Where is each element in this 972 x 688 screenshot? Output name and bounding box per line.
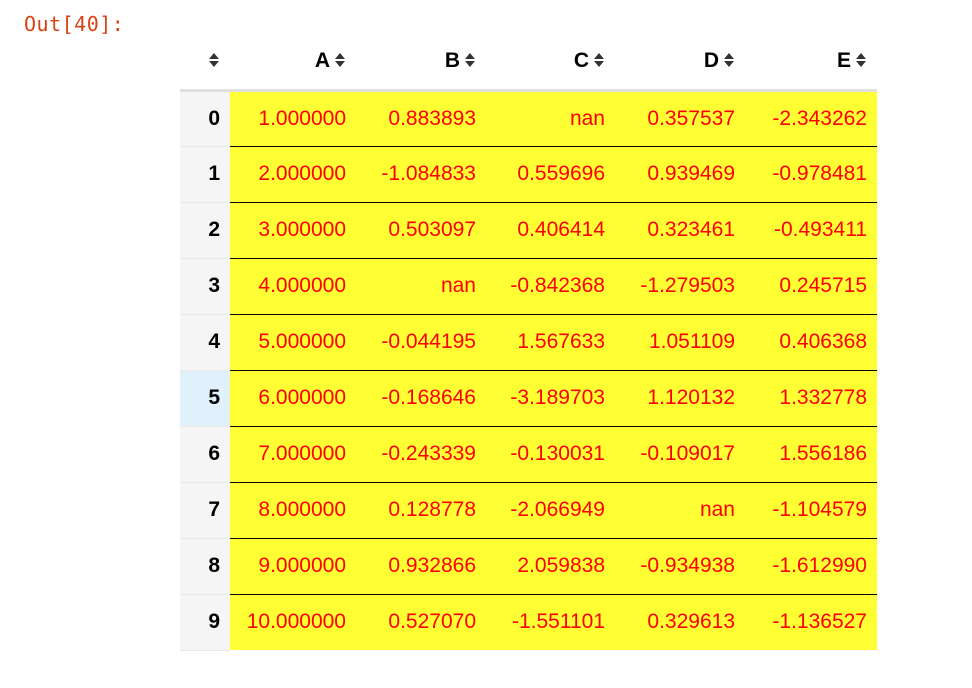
table-cell: -3.189703 <box>486 370 615 427</box>
table-cell: 0.939469 <box>615 146 745 203</box>
table-cell: 8.000000 <box>230 482 356 539</box>
sort-updown-icon[interactable] <box>208 52 220 68</box>
table-cell: -0.168646 <box>356 370 486 427</box>
table-cell: -0.243339 <box>356 426 486 483</box>
table-cell: 1.567633 <box>486 314 615 371</box>
column-header-c[interactable]: C <box>486 34 615 90</box>
table-cell: -0.044195 <box>356 314 486 371</box>
index-column-header[interactable] <box>180 34 230 90</box>
table-cell: 10.000000 <box>230 594 356 650</box>
dataframe-table: A B C D E 0 1.000000 0.883893 nan 0.357537 -2… <box>180 34 877 651</box>
row-index: 3 <box>180 258 230 315</box>
table-cell: 5.000000 <box>230 314 356 371</box>
sort-updown-icon[interactable] <box>464 52 476 68</box>
row-index: 6 <box>180 426 230 483</box>
table-row[interactable]: 0 1.000000 0.883893 nan 0.357537 -2.343262 <box>180 90 877 147</box>
table-row[interactable]: 9 10.000000 0.527070 -1.551101 0.329613 -1.13… <box>180 594 877 651</box>
table-cell: 9.000000 <box>230 538 356 595</box>
table-cell: 0.245715 <box>745 258 877 315</box>
row-index: 0 <box>180 90 230 147</box>
table-cell: 2.000000 <box>230 146 356 203</box>
table-cell: 0.128778 <box>356 482 486 539</box>
sort-updown-icon[interactable] <box>593 52 605 68</box>
table-cell: -1.551101 <box>486 594 615 650</box>
table-cell: 0.357537 <box>615 90 745 147</box>
column-label: C <box>573 49 589 73</box>
table-cell: -1.279503 <box>615 258 745 315</box>
table-cell: 2.059838 <box>486 538 615 595</box>
sort-updown-icon[interactable] <box>723 52 735 68</box>
table-body: 0 1.000000 0.883893 nan 0.357537 -2.343262 1 2.… <box>180 90 877 651</box>
table-cell: 4.000000 <box>230 258 356 315</box>
table-row[interactable]: 8 9.000000 0.932866 2.059838 -0.934938 -1.612… <box>180 538 877 595</box>
column-header-b[interactable]: B <box>356 34 486 90</box>
table-cell: 7.000000 <box>230 426 356 483</box>
table-cell: 0.527070 <box>356 594 486 650</box>
column-header-e[interactable]: E <box>745 34 877 90</box>
table-cell: nan <box>615 482 745 539</box>
table-cell: 0.883893 <box>356 90 486 147</box>
table-cell: 0.503097 <box>356 202 486 259</box>
column-label: A <box>314 49 330 73</box>
output-prompt: Out[40]: <box>24 12 125 36</box>
table-row[interactable]: 2 3.000000 0.503097 0.406414 0.323461 -0.4934… <box>180 202 877 259</box>
table-row[interactable]: 3 4.000000 nan -0.842368 -1.279503 0.245715 <box>180 258 877 315</box>
table-cell: 6.000000 <box>230 370 356 427</box>
column-header-a[interactable]: A <box>230 34 356 90</box>
row-index: 1 <box>180 146 230 203</box>
row-index: 4 <box>180 314 230 371</box>
table-cell: 1.120132 <box>615 370 745 427</box>
table-cell: 0.329613 <box>615 594 745 650</box>
table-cell: nan <box>486 90 615 147</box>
table-cell: nan <box>356 258 486 315</box>
table-cell: -0.493411 <box>745 202 877 259</box>
table-cell: -1.084833 <box>356 146 486 203</box>
header-row: A B C D E <box>180 34 877 90</box>
sort-updown-icon[interactable] <box>334 52 346 68</box>
table-cell: 0.559696 <box>486 146 615 203</box>
row-index: 9 <box>180 594 230 651</box>
table-cell: 3.000000 <box>230 202 356 259</box>
table-cell: -0.842368 <box>486 258 615 315</box>
table-cell: -0.109017 <box>615 426 745 483</box>
table-cell: 0.323461 <box>615 202 745 259</box>
column-label: B <box>444 49 460 73</box>
row-index: 2 <box>180 202 230 259</box>
column-label: D <box>703 49 719 73</box>
table-cell: 1.332778 <box>745 370 877 427</box>
table-cell: 0.406368 <box>745 314 877 371</box>
table-cell: -1.104579 <box>745 482 877 539</box>
table-cell: -2.066949 <box>486 482 615 539</box>
table-cell: -0.934938 <box>615 538 745 595</box>
row-index: 5 <box>180 370 230 427</box>
row-index: 8 <box>180 538 230 595</box>
table-row[interactable]: 7 8.000000 0.128778 -2.066949 nan -1.104579 <box>180 482 877 539</box>
table-cell: 1.051109 <box>615 314 745 371</box>
table-cell: -0.130031 <box>486 426 615 483</box>
table-row[interactable]: 6 7.000000 -0.243339 -0.130031 -0.109017 1.55… <box>180 426 877 483</box>
table-row[interactable]: 5 6.000000 -0.168646 -3.189703 1.120132 1.332… <box>180 370 877 427</box>
table-row[interactable]: 4 5.000000 -0.044195 1.567633 1.051109 0.4063… <box>180 314 877 371</box>
table-cell: 0.932866 <box>356 538 486 595</box>
sort-updown-icon[interactable] <box>855 52 867 68</box>
table-cell: 0.406414 <box>486 202 615 259</box>
row-index: 7 <box>180 482 230 539</box>
table-cell: 1.556186 <box>745 426 877 483</box>
table-cell: -1.136527 <box>745 594 877 650</box>
table-cell: -2.343262 <box>745 90 877 147</box>
table-cell: -1.612990 <box>745 538 877 595</box>
table-row[interactable]: 1 2.000000 -1.084833 0.559696 0.939469 -0.978… <box>180 146 877 203</box>
table-cell: 1.000000 <box>230 90 356 147</box>
table-cell: -0.978481 <box>745 146 877 203</box>
column-header-d[interactable]: D <box>615 34 745 90</box>
column-label: E <box>836 49 851 73</box>
